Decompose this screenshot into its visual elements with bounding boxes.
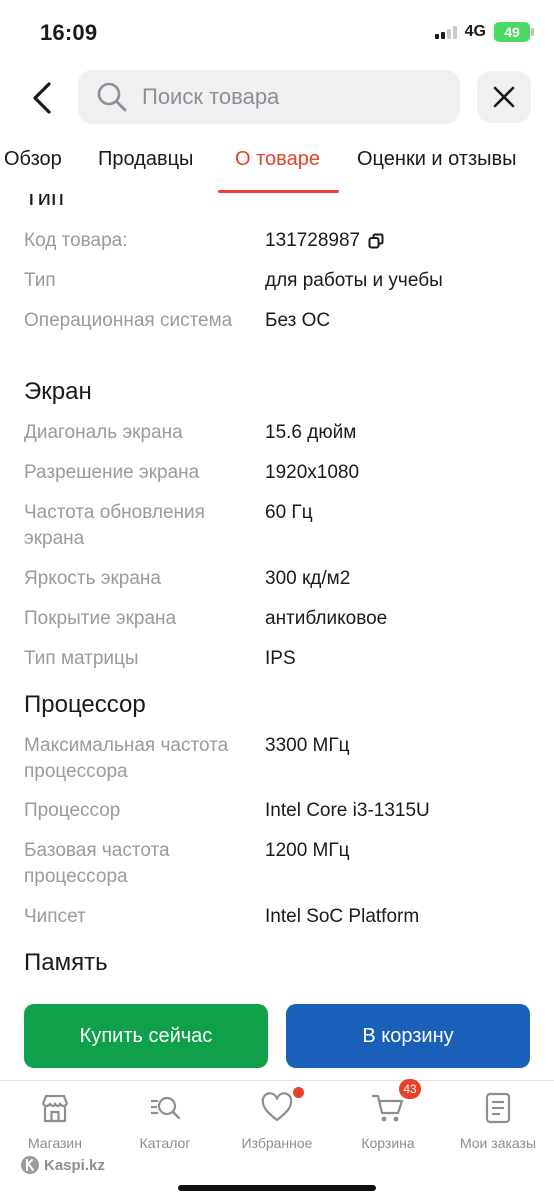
spec-label: Процессор <box>24 800 121 821</box>
active-tab-indicator <box>218 190 339 193</box>
heart-icon <box>261 1092 293 1122</box>
nav-label: Магазин <box>27 1135 82 1151</box>
product-code: 131728987 <box>265 230 361 251</box>
tab-overview[interactable]: Обзор <box>4 148 62 171</box>
battery-icon: 49 <box>494 22 534 42</box>
brand-watermark: Kaspi.kz <box>20 1155 105 1175</box>
section-title-screen: Экран <box>24 378 92 405</box>
spec-label: Максимальная частота процессора <box>24 735 229 782</box>
close-button[interactable] <box>477 71 531 123</box>
specifications[interactable]: Тип Код товара: 131728987 Тип для работы… <box>0 194 554 984</box>
search-icon <box>97 82 127 112</box>
spec-value: 300 кд/м2 <box>265 568 351 589</box>
close-icon <box>493 86 515 108</box>
spec-label: Диагональ экрана <box>24 422 183 443</box>
section-title-type: Тип <box>24 194 65 211</box>
spec-value: 3300 МГц <box>265 735 350 756</box>
spec-label: Тип <box>24 270 56 291</box>
tab-reviews[interactable]: Оценки и отзывы <box>357 148 517 171</box>
kaspi-logo-icon <box>21 1156 39 1174</box>
spec-label: Тип матрицы <box>24 648 139 669</box>
tab-about-product[interactable]: О товаре <box>235 148 320 171</box>
spec-label: Код товара: <box>24 230 128 251</box>
product-tabs: Обзор Продавцы О товаре Оценки и отзывы <box>0 136 554 194</box>
home-indicator[interactable] <box>178 1185 376 1191</box>
spec-value-product-code: 131728987 <box>265 228 535 254</box>
spec-value: для работы и учебы <box>265 270 443 291</box>
heart-icon-wrapper <box>260 1087 304 1125</box>
status-bar: 16:09 4G 49 <box>0 0 554 64</box>
notification-dot <box>293 1087 304 1098</box>
section-title-memory: Память <box>24 949 108 976</box>
tab-sellers[interactable]: Продавцы <box>98 148 193 171</box>
nav-label: Корзина <box>361 1135 415 1151</box>
spec-label: Базовая частота процессора <box>24 840 170 887</box>
spec-label: Разрешение экрана <box>24 462 200 483</box>
search-input[interactable] <box>142 84 432 110</box>
buy-now-button[interactable]: Купить сейчас <box>24 1004 268 1068</box>
spec-value: Intel Core i3-1315U <box>265 800 430 821</box>
search-box[interactable] <box>78 70 460 124</box>
catalog-search-icon <box>151 1096 181 1120</box>
nav-item-shop[interactable]: Магазин <box>0 1091 110 1151</box>
header <box>0 70 554 126</box>
spec-label: Частота обновления экрана <box>24 502 205 549</box>
spec-label: Чипсет <box>24 906 86 927</box>
cart-icon-wrapper: 43 <box>371 1079 421 1125</box>
spec-value: Без ОС <box>265 310 331 331</box>
spec-label: Яркость экрана <box>24 568 161 589</box>
back-button[interactable] <box>22 76 62 120</box>
nav-item-cart[interactable]: 43 Корзина <box>333 1079 443 1151</box>
spec-value: антибликовое <box>265 608 388 629</box>
spec-value: IPS <box>265 648 296 669</box>
nav-label: Мои заказы <box>459 1135 537 1151</box>
add-to-cart-button[interactable]: В корзину <box>286 1004 530 1068</box>
bottom-navigation: Магазин Каталог Избранное 43 Корзина Мои… <box>0 1079 554 1200</box>
status-indicators: 4G 49 <box>434 22 534 42</box>
copy-icon[interactable] <box>368 233 384 249</box>
status-time: 16:09 <box>40 20 98 45</box>
shop-icon <box>41 1094 69 1123</box>
spec-value: 1200 МГц <box>265 840 350 861</box>
nav-item-favorites[interactable]: Избранное <box>222 1087 332 1151</box>
battery-level: 49 <box>504 24 520 40</box>
nav-label: Избранное <box>241 1135 313 1151</box>
spec-value: 15.6 дюйм <box>265 422 357 443</box>
spec-value: 60 Гц <box>265 502 313 523</box>
chevron-left-icon <box>33 82 51 114</box>
orders-icon <box>485 1092 511 1124</box>
cart-count-badge: 43 <box>399 1079 421 1099</box>
spec-value: 1920x1080 <box>265 462 360 483</box>
spec-label: Операционная система <box>24 310 233 331</box>
nav-label: Каталог <box>139 1135 191 1151</box>
nav-item-orders[interactable]: Мои заказы <box>443 1091 553 1151</box>
cellular-signal-icon <box>434 25 457 39</box>
network-type: 4G <box>464 23 486 40</box>
spec-value: Intel SoC Platform <box>265 906 420 927</box>
nav-item-catalog[interactable]: Каталог <box>110 1091 220 1151</box>
section-title-processor: Процессор <box>24 691 146 718</box>
purchase-actions: Купить сейчас В корзину <box>0 1004 554 1068</box>
cart-icon <box>371 1094 404 1122</box>
spec-label: Покрытие экрана <box>24 608 177 629</box>
brand-name: Kaspi.kz <box>44 1156 105 1174</box>
